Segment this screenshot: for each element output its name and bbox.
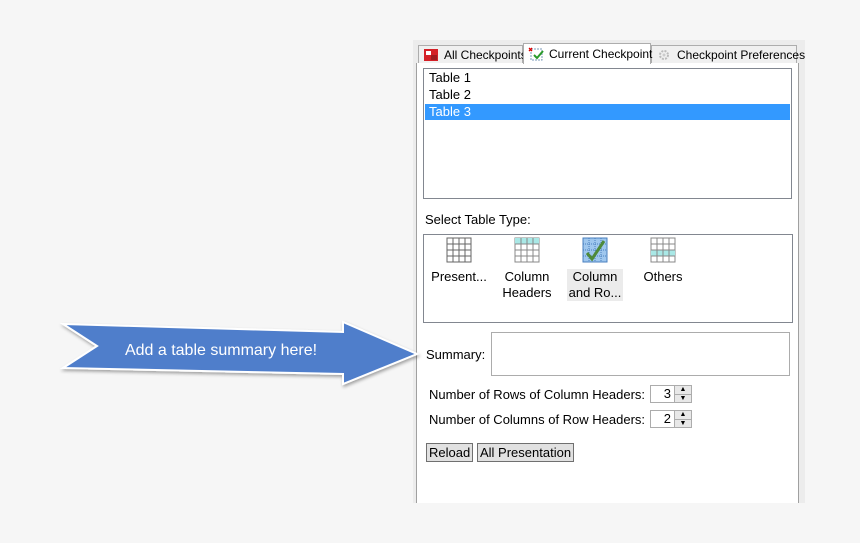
table-type-picker: Present... Column Headers Column and Ro...… — [423, 234, 793, 323]
rows-of-column-headers-label: Number of Rows of Column Headers: — [429, 387, 646, 402]
select-table-type-label: Select Table Type: — [425, 212, 531, 227]
red-checkpoints-icon — [423, 48, 439, 62]
presentation-table-icon — [446, 237, 472, 263]
type-label: Column and Ro... — [566, 269, 624, 301]
gear-icon — [656, 48, 672, 62]
callout-text: Add a table summary here! — [124, 342, 318, 359]
all-presentation-button[interactable]: All Presentation — [477, 443, 575, 462]
stepper-value[interactable]: 3 — [651, 386, 674, 402]
current-checkpoint-icon — [528, 47, 544, 61]
table-type-column-headers[interactable]: Column Headers — [496, 237, 558, 301]
list-item-table-3[interactable]: Table 3 — [425, 104, 790, 120]
stepper-down-icon[interactable]: ▼ — [675, 418, 691, 428]
list-item-table-2[interactable]: Table 2 — [425, 87, 790, 103]
stepper-up-icon[interactable]: ▲ — [675, 411, 691, 419]
stepper-down-icon[interactable]: ▼ — [675, 393, 691, 403]
summary-input[interactable] — [491, 332, 790, 376]
tab-all-checkpoints[interactable]: All Checkpoints — [418, 45, 527, 63]
columns-of-row-headers-label: Number of Columns of Row Headers: — [429, 412, 646, 427]
stepper-up-icon[interactable]: ▲ — [675, 386, 691, 394]
columns-of-row-headers-stepper[interactable]: 2 ▲ ▼ — [650, 410, 692, 428]
summary-label: Summary: — [426, 347, 486, 362]
table-type-column-and-row-headers[interactable]: Column and Ro... — [564, 237, 626, 301]
rows-of-column-headers-stepper[interactable]: 3 ▲ ▼ — [650, 385, 692, 403]
table-type-others[interactable]: Others — [632, 237, 694, 285]
tables-listbox[interactable]: Table 1 Table 2 Table 3 — [423, 68, 792, 199]
list-item-table-1[interactable]: Table 1 — [425, 70, 790, 86]
tab-label: Current Checkpoint — [549, 47, 653, 61]
table-type-presentation[interactable]: Present... — [428, 237, 490, 285]
other-table-icon — [650, 237, 676, 263]
type-label: Present... — [431, 269, 487, 284]
tab-label: All Checkpoints — [444, 47, 527, 62]
column-headers-table-icon — [514, 237, 540, 263]
column-and-row-headers-table-icon — [582, 237, 608, 263]
type-label: Others — [643, 269, 683, 284]
tab-label: Checkpoint Preferences — [677, 47, 806, 62]
tab-current-checkpoint[interactable]: Current Checkpoint — [523, 43, 653, 64]
reload-button[interactable]: Reload — [426, 443, 474, 462]
type-label: Column Headers — [502, 269, 552, 300]
stepper-value[interactable]: 2 — [651, 411, 674, 427]
tab-checkpoint-preferences[interactable]: Checkpoint Preferences — [651, 45, 805, 63]
